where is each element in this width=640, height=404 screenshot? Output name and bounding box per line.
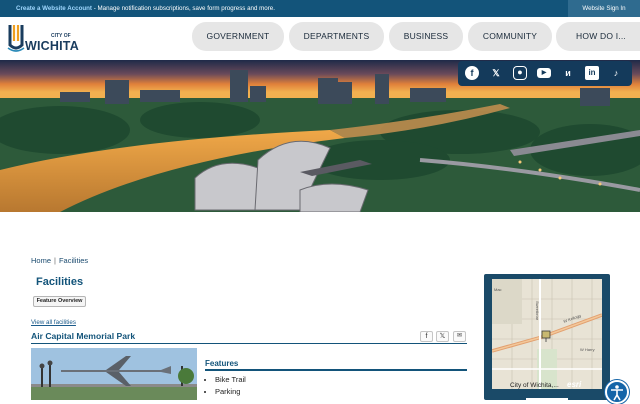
account-message-text: - Manage notification subscriptions, sav… [92, 5, 275, 12]
facility-map[interactable]: Sweetbriar W Kellogg W Harry Mac City of… [492, 279, 602, 389]
feature-overview-button[interactable]: Feature Overview [33, 296, 86, 307]
map-label-street: Sweetbriar [535, 301, 540, 321]
features-divider [205, 369, 467, 371]
feature-item: Parking [215, 386, 246, 398]
nav-departments[interactable]: DEPARTMENTS [289, 22, 384, 51]
create-account-link[interactable]: Create a Website Account [16, 5, 92, 12]
features-heading: Features [205, 359, 239, 368]
map-tiles: Sweetbriar W Kellogg W Harry Mac [492, 279, 602, 389]
top-notification-bar: Create a Website Account - Manage notifi… [0, 0, 640, 17]
tiktok-icon[interactable]: ♪ [609, 66, 623, 80]
site-header: CITY OF WICHITA GOVERNMENT DEPARTMENTS B… [0, 17, 640, 60]
breadcrumb-current[interactable]: Facilities [59, 256, 88, 265]
breadcrumb-home[interactable]: Home [31, 256, 51, 265]
nextdoor-icon[interactable]: ᴎ [561, 66, 575, 80]
accessibility-icon[interactable] [605, 380, 629, 404]
logo-mark-icon [7, 25, 25, 52]
map-link-button[interactable] [526, 398, 568, 404]
linkedin-icon[interactable]: in [585, 66, 599, 80]
facility-name[interactable]: Air Capital Memorial Park [31, 331, 135, 341]
facility-photo [31, 348, 197, 400]
map-label-mac: Mac [494, 287, 502, 292]
sign-in-button[interactable]: Website Sign In [568, 0, 640, 17]
nav-business[interactable]: BUSINESS [389, 22, 463, 51]
nav-community[interactable]: COMMUNITY [468, 22, 552, 51]
email-share-icon[interactable]: ✉ [453, 331, 466, 342]
features-list: Bike Trail Parking [215, 374, 246, 398]
accessibility-figure-icon [611, 385, 623, 401]
airplane-memorial-image [31, 348, 197, 400]
map-widget: Sweetbriar W Kellogg W Harry Mac City of… [484, 274, 610, 404]
social-media-bar: f 𝕏 ● ▶ ᴎ in ♪ [458, 61, 632, 86]
map-label-harry: W Harry [580, 347, 595, 352]
esri-logo: esri [567, 380, 582, 389]
city-logo[interactable]: CITY OF WICHITA [7, 23, 87, 57]
breadcrumb: Home | Facilities [31, 256, 88, 265]
nav-how-do-i[interactable]: HOW DO I... [556, 22, 640, 51]
feature-item: Bike Trail [215, 374, 246, 386]
account-message: Create a Website Account - Manage notifi… [16, 5, 275, 12]
breadcrumb-separator: | [54, 256, 56, 265]
page-title: Facilities [36, 276, 84, 288]
logo-wichita: WICHITA [25, 39, 79, 53]
facebook-share-icon[interactable]: f [420, 331, 433, 342]
instagram-icon[interactable]: ● [513, 66, 527, 80]
x-icon[interactable]: 𝕏 [489, 66, 503, 80]
twitter-share-icon[interactable]: 𝕏 [436, 331, 449, 342]
map-caption: City of Wichita,... [510, 382, 559, 389]
view-all-facilities-link[interactable]: View all facilities [31, 319, 76, 326]
title-divider [31, 343, 467, 344]
facebook-icon[interactable]: f [465, 66, 479, 80]
nav-government[interactable]: GOVERNMENT [192, 22, 284, 51]
youtube-icon[interactable]: ▶ [537, 68, 551, 78]
